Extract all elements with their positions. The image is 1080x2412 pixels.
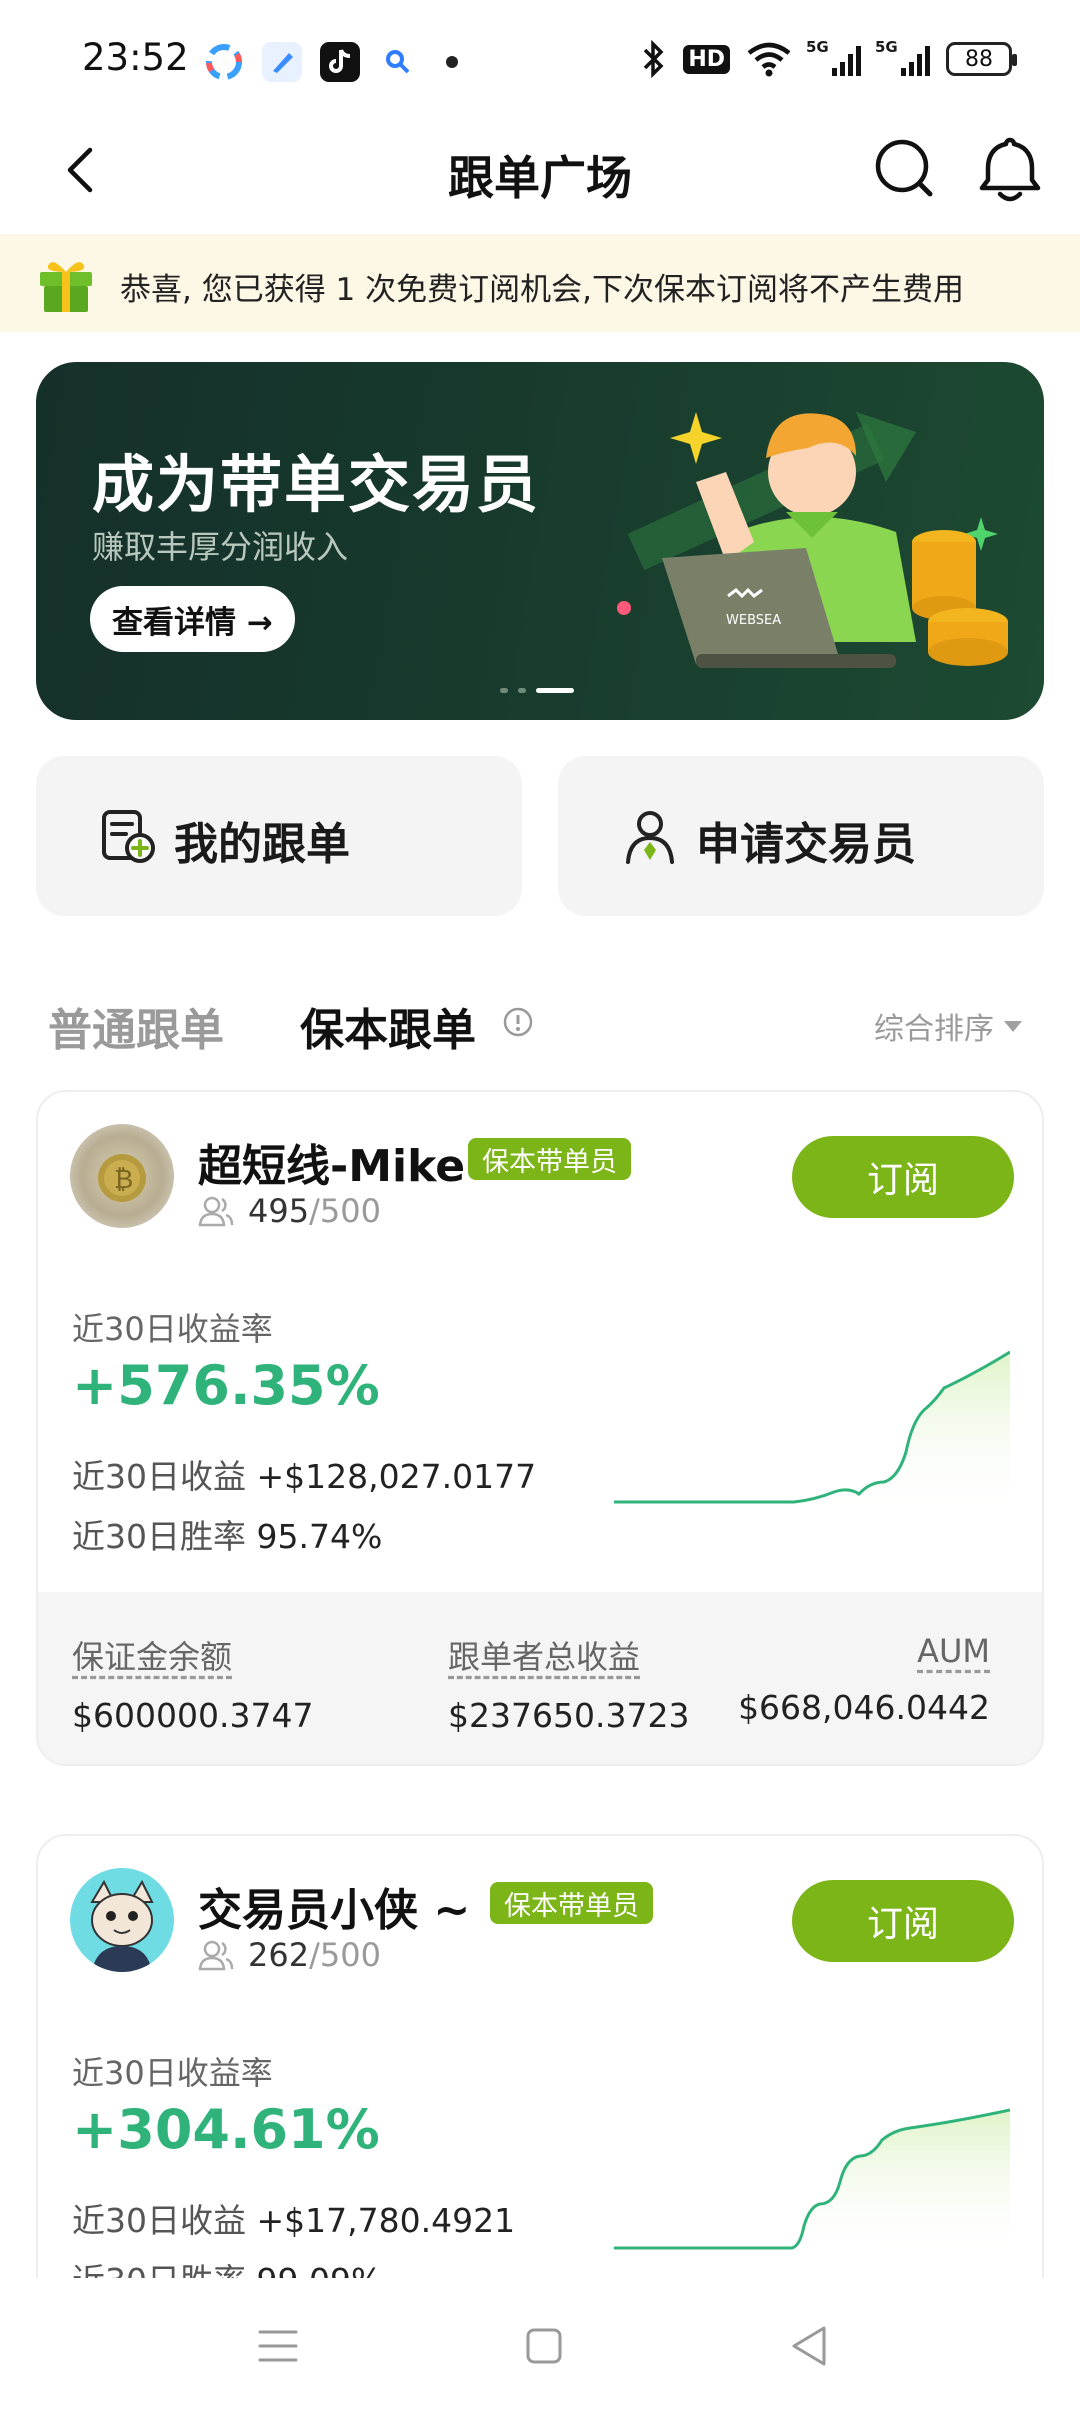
- copy-type-tabs: 普通跟单 保本跟单 综合排序: [0, 990, 1080, 1060]
- notice-text: 恭喜, 您已获得 1 次免费订阅机会,下次保本订阅将不产生费用: [120, 272, 964, 308]
- trader-user-icon: [626, 811, 674, 864]
- profit-line: 近30日收益 +$17,780.4921: [72, 2201, 516, 2240]
- hd-icon: HD: [683, 44, 730, 74]
- battery-icon: 88: [946, 42, 1017, 76]
- info-icon[interactable]: [502, 1006, 534, 1038]
- apply-trader-label: 申请交易员: [696, 819, 916, 870]
- system-indicators: HD 5G 5G 88: [639, 38, 1017, 78]
- tab-guaranteed-copy[interactable]: 保本跟单: [300, 994, 476, 1058]
- bell-icon[interactable]: [976, 134, 1044, 204]
- my-copy-label: 我的跟单: [174, 819, 350, 870]
- tab-normal-copy[interactable]: 普通跟单: [48, 994, 224, 1058]
- apply-trader-button[interactable]: 申请交易员: [558, 756, 1044, 916]
- svg-text:₿: ₿: [114, 1165, 133, 1195]
- trader-name: 超短线-Mike: [198, 1141, 466, 1192]
- sort-label: 综合排序: [874, 1012, 994, 1047]
- banner-subtitle: 赚取丰厚分润收入: [92, 528, 349, 566]
- subscribe-button[interactable]: 订阅: [792, 1880, 1014, 1962]
- more-notifications-dot: [446, 56, 458, 68]
- free-subscription-notice: 恭喜, 您已获得 1 次免费订阅机会,下次保本订阅将不产生费用: [0, 234, 1080, 332]
- gift-icon: [40, 262, 92, 312]
- roi-label: 近30日收益率: [72, 2054, 273, 2092]
- search-app-icon: [378, 42, 418, 82]
- trader-name: 交易员小侠 ~: [198, 1885, 471, 1936]
- header: 跟单广场: [0, 118, 1080, 230]
- signal-icon-2: 5G: [875, 38, 930, 76]
- search-icon[interactable]: [872, 136, 938, 202]
- margin-balance: 保证金余额 $600000.3747: [72, 1638, 314, 1735]
- caret-down-icon: [1004, 1020, 1022, 1032]
- banner-title: 成为带单交易员: [92, 448, 541, 521]
- profit-line: 近30日收益 +$128,027.0177: [72, 1457, 537, 1496]
- notification-icons: [204, 42, 458, 82]
- roi-value: +576.35%: [72, 1354, 380, 1417]
- status-bar: 23:52 HD 5G 5G 88: [0, 0, 1080, 118]
- menu-icon[interactable]: [252, 2320, 304, 2372]
- become-trader-banner[interactable]: 成为带单交易员 赚取丰厚分润收入 查看详情 → WEBSEA: [36, 362, 1044, 720]
- guaranteed-trader-badge: 保本带单员: [490, 1882, 653, 1924]
- wifi-icon: [747, 42, 791, 77]
- view-details-button[interactable]: 查看详情 →: [90, 586, 295, 652]
- tiktok-app-icon: [320, 42, 360, 82]
- profit-sparkline: [614, 2108, 1010, 2262]
- follower-count: 262/500: [198, 1936, 381, 1974]
- aum: AUM $668,046.0442: [738, 1632, 990, 1727]
- users-icon: [198, 1940, 234, 1971]
- my-copy-trading-button[interactable]: 我的跟单: [36, 756, 522, 916]
- avatar: ₿: [70, 1124, 174, 1228]
- home-icon[interactable]: [518, 2320, 570, 2372]
- browser-app-icon: [204, 42, 244, 82]
- avatar: [70, 1868, 174, 1972]
- back-nav-icon[interactable]: [784, 2320, 836, 2372]
- profit-sparkline: [614, 1350, 1010, 1518]
- bluetooth-icon: [644, 40, 664, 78]
- copy-order-icon: [102, 810, 155, 863]
- follower-count: 495/500: [198, 1192, 381, 1230]
- card-footer-stats: 保证金余额 $600000.3747 跟单者总收益 $237650.3723 A…: [38, 1592, 1042, 1764]
- users-icon: [198, 1196, 234, 1227]
- trader-illustration: WEBSEA: [617, 412, 1008, 668]
- signal-icon-1: 5G: [806, 38, 861, 76]
- laptop-logo: WEBSEA: [726, 613, 781, 628]
- sort-dropdown[interactable]: 综合排序: [874, 1004, 1022, 1048]
- guaranteed-trader-badge: 保本带单员: [468, 1138, 631, 1180]
- system-navigation-bar: [0, 2278, 1080, 2412]
- roi-value: +304.61%: [72, 2098, 380, 2161]
- status-time: 23:52: [82, 36, 189, 79]
- subscribe-button[interactable]: 订阅: [792, 1136, 1014, 1218]
- feather-app-icon: [262, 42, 302, 82]
- winrate-line: 近30日胜率 95.74%: [72, 1517, 383, 1556]
- banner-pagination: [500, 688, 574, 693]
- trader-card[interactable]: ₿ 超短线-Mike 保本带单员 495/500 订阅 近30日收益率 +576…: [36, 1090, 1044, 1766]
- roi-label: 近30日收益率: [72, 1310, 273, 1348]
- follower-total-profit: 跟单者总收益 $237650.3723: [448, 1638, 690, 1735]
